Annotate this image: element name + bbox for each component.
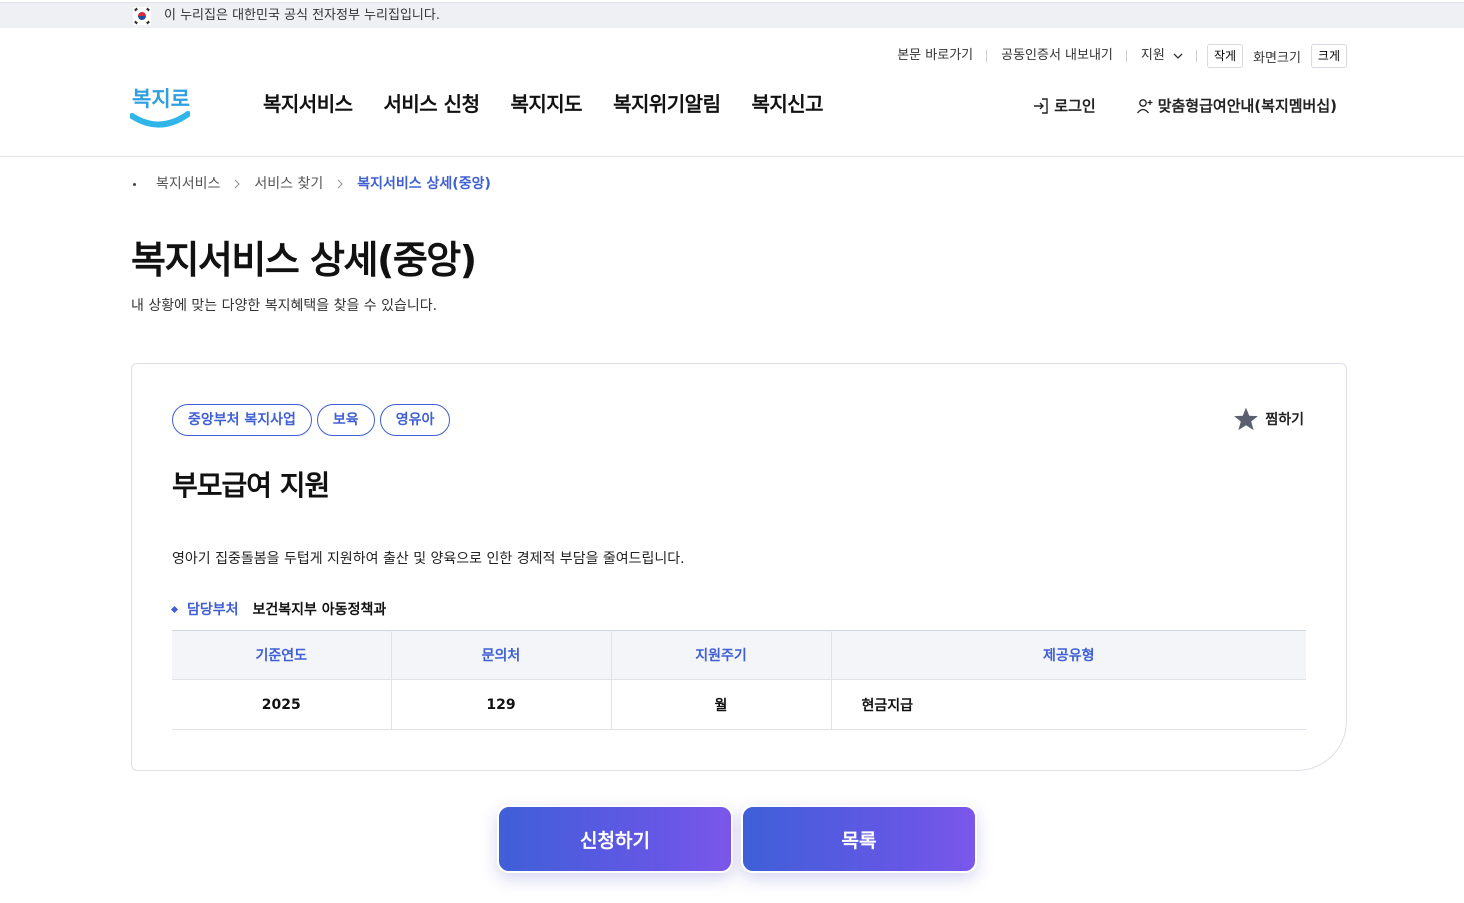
skip-to-content-link[interactable]: 본문 바로가기 (883, 44, 988, 68)
font-large-button[interactable]: 크게 (1310, 44, 1347, 68)
membership-link[interactable]: 맞춤형급여안내(복지멤버십) (1136, 95, 1337, 116)
chevron-down-icon (1173, 53, 1183, 59)
department-label: 담당부처 (187, 602, 239, 618)
membership-label: 맞춤형급여안내(복지멤버십) (1157, 97, 1337, 115)
support-label: 지원 (1140, 48, 1165, 63)
action-buttons: 신청하기 목록 (497, 805, 977, 873)
star-icon (1234, 407, 1259, 431)
breadcrumb-item-service-search[interactable]: 서비스 찾기 (254, 174, 323, 194)
nav-crisis-alert[interactable]: 복지위기알림 (613, 90, 721, 118)
utility-bar: 본문 바로가기 공동인증서 내보내기 지원 작게 화면크기 크게 (883, 44, 1347, 68)
department-row: 담당부처 보건복지부 아동정책과 (170, 599, 387, 619)
favorite-button[interactable]: 찜하기 (1233, 406, 1304, 432)
diamond-bullet-icon (170, 605, 179, 613)
header-divider (0, 156, 1464, 157)
nav-welfare-map[interactable]: 복지지도 (510, 90, 582, 118)
tag-infant[interactable]: 영유아 (379, 404, 451, 436)
screen-size-label: 화면크기 (1253, 50, 1301, 66)
cell-provision-type: 현금지급 (831, 679, 1306, 730)
nav-welfare-service[interactable]: 복지서비스 (263, 90, 353, 118)
table-row: 2025 129 월 현금지급 (172, 679, 1306, 730)
nav-service-apply[interactable]: 서비스 신청 (384, 90, 480, 118)
gov-banner: 이 누리집은 대한민국 공식 전자정부 누리집입니다. (0, 2, 1464, 28)
bokjiro-logo[interactable]: 복지로 (130, 76, 190, 128)
korea-flag-icon (133, 7, 151, 25)
chevron-right-icon (337, 179, 344, 189)
service-title: 부모급여 지원 (172, 469, 330, 502)
list-button[interactable]: 목록 (741, 805, 977, 873)
header-contact: 문의처 (391, 630, 612, 680)
login-label: 로그인 (1054, 97, 1096, 115)
nav-welfare-report[interactable]: 복지신고 (751, 90, 823, 118)
page-description: 내 상황에 맞는 다양한 복지혜택을 찾을 수 있습니다. (131, 298, 438, 314)
login-link[interactable]: 로그인 (1032, 95, 1096, 116)
service-tags: 중앙부처 복지사업 보육 영유아 (172, 404, 451, 436)
page-title: 복지서비스 상세(중앙) (131, 238, 477, 282)
header-user-menu: 로그인 맞춤형급여안내(복지멤버십) (1032, 95, 1337, 116)
service-detail-card: 중앙부처 복지사업 보육 영유아 찜하기 부모급여 지원 영아기 집중돌봄을 두… (131, 363, 1347, 771)
tag-childcare[interactable]: 보육 (316, 404, 375, 436)
export-certificate-link[interactable]: 공동인증서 내보내기 (987, 44, 1127, 68)
breadcrumb-item-current: 복지서비스 상세(중앙) (357, 176, 491, 192)
user-plus-icon (1136, 98, 1153, 113)
favorite-label: 찜하기 (1265, 412, 1304, 428)
service-description: 영아기 집중돌봄을 두텁게 지원하여 출산 및 양육으로 인한 경제적 부담을 … (172, 551, 685, 567)
department-value: 보건복지부 아동정책과 (252, 602, 387, 618)
table-header-row: 기준연도 문의처 지원주기 제공유형 (172, 630, 1306, 680)
cell-contact: 129 (391, 679, 612, 730)
apply-button[interactable]: 신청하기 (497, 805, 733, 873)
header-provision-type: 제공유형 (831, 630, 1306, 680)
gov-banner-text: 이 누리집은 대한민국 공식 전자정부 누리집입니다. (164, 8, 440, 23)
cell-support-cycle: 월 (611, 679, 832, 730)
header-support-cycle: 지원주기 (611, 630, 832, 680)
header-base-year: 기준연도 (172, 630, 392, 680)
login-icon (1034, 97, 1048, 114)
tag-central-ministry[interactable]: 중앙부처 복지사업 (172, 404, 312, 436)
chevron-right-icon (234, 179, 241, 189)
service-info-table: 기준연도 문의처 지원주기 제공유형 2025 129 월 현금지급 (172, 630, 1306, 730)
support-dropdown[interactable]: 지원 (1127, 44, 1198, 68)
breadcrumb-item-welfare-service[interactable]: 복지서비스 (156, 174, 220, 194)
logo-text: 복지로 (132, 87, 190, 111)
breadcrumb-home-dot (133, 182, 136, 186)
cell-base-year: 2025 (172, 679, 392, 730)
breadcrumb: 복지서비스 서비스 찾기 복지서비스 상세(중앙) (133, 174, 491, 194)
font-small-button[interactable]: 작게 (1206, 44, 1244, 68)
main-nav: 복지서비스 서비스 신청 복지지도 복지위기알림 복지신고 (263, 90, 854, 118)
